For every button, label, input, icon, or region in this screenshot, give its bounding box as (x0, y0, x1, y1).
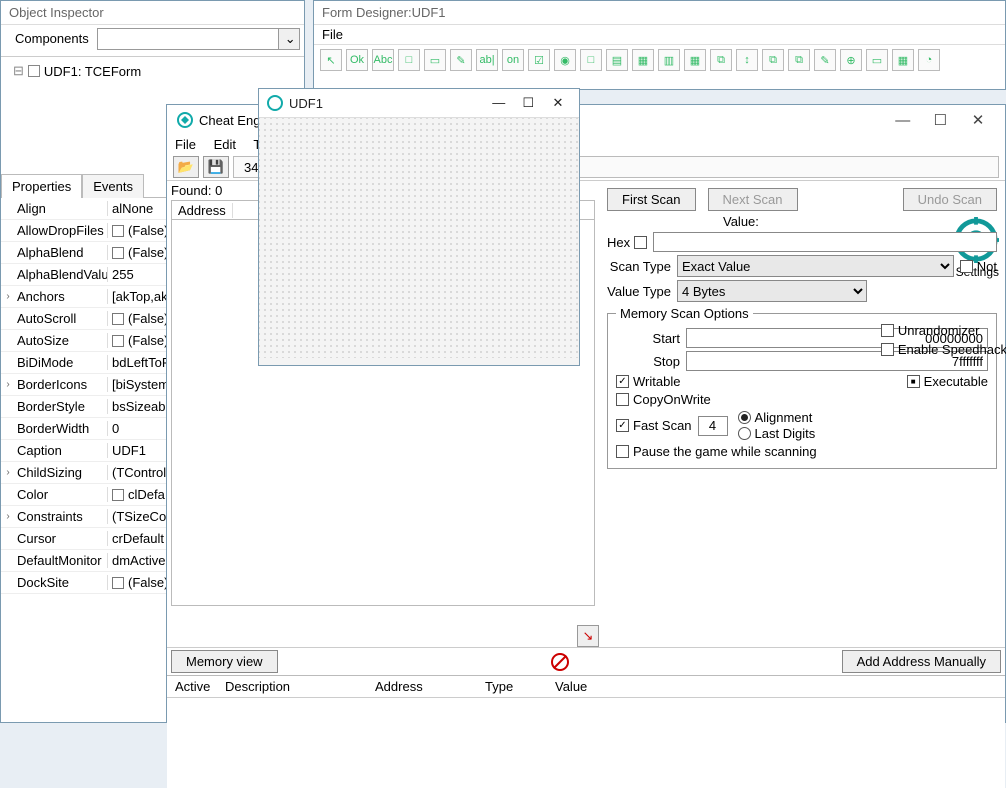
value-input[interactable] (653, 232, 997, 252)
palette-icon-0[interactable]: ↖ (320, 49, 342, 71)
fastscan-input[interactable] (698, 416, 728, 436)
component-palette: ↖OkAbc□▭✎ab|on☑◉□▤▦▥▦⧉↕⧉⧉✎⊕▭▦◔ (314, 44, 1005, 75)
tab-events[interactable]: Events (82, 174, 144, 198)
address-table[interactable]: Active Description Address Type Value (167, 675, 1005, 788)
palette-icon-14[interactable]: ▦ (684, 49, 706, 71)
add-to-list-button[interactable]: ↘ (577, 625, 599, 647)
components-dropdown-button[interactable]: ⌄ (278, 28, 300, 50)
speedhack-checkbox[interactable] (881, 343, 894, 356)
not-checkbox[interactable] (960, 260, 973, 273)
palette-icon-6[interactable]: ab| (476, 49, 498, 71)
memory-view-button[interactable]: Memory view (171, 650, 278, 673)
lastdigits-radio[interactable] (738, 427, 751, 440)
palette-icon-13[interactable]: ▥ (658, 49, 680, 71)
palette-icon-19[interactable]: ✎ (814, 49, 836, 71)
palette-icon-5[interactable]: ✎ (450, 49, 472, 71)
udf1-title: UDF1 (289, 96, 323, 111)
first-scan-button[interactable]: First Scan (607, 188, 696, 211)
scan-type-label: Scan Type (607, 259, 671, 274)
udf1-close-button[interactable]: ✕ (545, 95, 571, 111)
menu-file[interactable]: File (175, 137, 196, 152)
palette-icon-3[interactable]: □ (398, 49, 420, 71)
udf1-maximize-button[interactable]: ☐ (515, 95, 541, 111)
pause-checkbox[interactable] (616, 445, 629, 458)
palette-icon-10[interactable]: □ (580, 49, 602, 71)
next-scan-button: Next Scan (708, 188, 798, 211)
value-type-select[interactable]: 4 Bytes (677, 280, 867, 302)
hex-checkbox[interactable] (634, 236, 647, 249)
fd-menu-file[interactable]: File (322, 27, 343, 42)
form-icon (28, 65, 40, 77)
palette-icon-4[interactable]: ▭ (424, 49, 446, 71)
palette-icon-16[interactable]: ↕ (736, 49, 758, 71)
copyonwrite-checkbox[interactable] (616, 393, 629, 406)
palette-icon-18[interactable]: ⧉ (788, 49, 810, 71)
components-label: Components (7, 25, 97, 52)
menu-edit[interactable]: Edit (214, 137, 236, 152)
palette-icon-1[interactable]: Ok (346, 49, 368, 71)
forbid-icon[interactable] (551, 653, 569, 671)
add-address-manually-button[interactable]: Add Address Manually (842, 650, 1001, 673)
executable-checkbox[interactable] (907, 375, 920, 388)
unrandomizer-checkbox[interactable] (881, 324, 894, 337)
palette-icon-20[interactable]: ⊕ (840, 49, 862, 71)
close-button[interactable]: ✕ (961, 111, 995, 129)
palette-icon-22[interactable]: ▦ (892, 49, 914, 71)
open-process-button[interactable]: 📂 (173, 156, 199, 178)
alignment-radio[interactable] (738, 411, 751, 424)
value-label: Value: (723, 214, 759, 229)
palette-icon-21[interactable]: ▭ (866, 49, 888, 71)
hex-label: Hex (607, 235, 630, 250)
palette-icon-9[interactable]: ◉ (554, 49, 576, 71)
palette-icon-12[interactable]: ▦ (632, 49, 654, 71)
app-icon (267, 95, 283, 111)
value-type-label: Value Type (607, 284, 671, 299)
palette-icon-8[interactable]: ☑ (528, 49, 550, 71)
palette-icon-23[interactable]: ◔ (918, 49, 940, 71)
palette-icon-2[interactable]: Abc (372, 49, 394, 71)
udf1-form-window[interactable]: UDF1 — ☐ ✕ (258, 88, 580, 366)
tab-properties[interactable]: Properties (1, 174, 82, 198)
scan-type-select[interactable]: Exact Value (677, 255, 954, 277)
form-designer-title: Form Designer:UDF1 (314, 1, 1005, 25)
form-designer-window: Form Designer:UDF1 File ↖OkAbc□▭✎ab|on☑◉… (313, 0, 1006, 90)
app-icon (177, 112, 193, 128)
fastscan-checkbox[interactable] (616, 419, 629, 432)
udf1-minimize-button[interactable]: — (486, 95, 512, 110)
minimize-button[interactable]: — (886, 112, 920, 129)
palette-icon-7[interactable]: on (502, 49, 524, 71)
object-inspector-title: Object Inspector (1, 1, 304, 25)
writable-checkbox[interactable] (616, 375, 629, 388)
palette-icon-11[interactable]: ▤ (606, 49, 628, 71)
palette-icon-17[interactable]: ⧉ (762, 49, 784, 71)
components-combo[interactable] (97, 28, 279, 50)
undo-scan-button: Undo Scan (903, 188, 997, 211)
tree-item-udf1[interactable]: ⊟ UDF1: TCEForm (13, 63, 292, 79)
save-button[interactable]: 💾 (203, 156, 229, 178)
maximize-button[interactable]: ☐ (923, 111, 957, 129)
form-design-surface[interactable] (259, 118, 579, 358)
palette-icon-15[interactable]: ⧉ (710, 49, 732, 71)
